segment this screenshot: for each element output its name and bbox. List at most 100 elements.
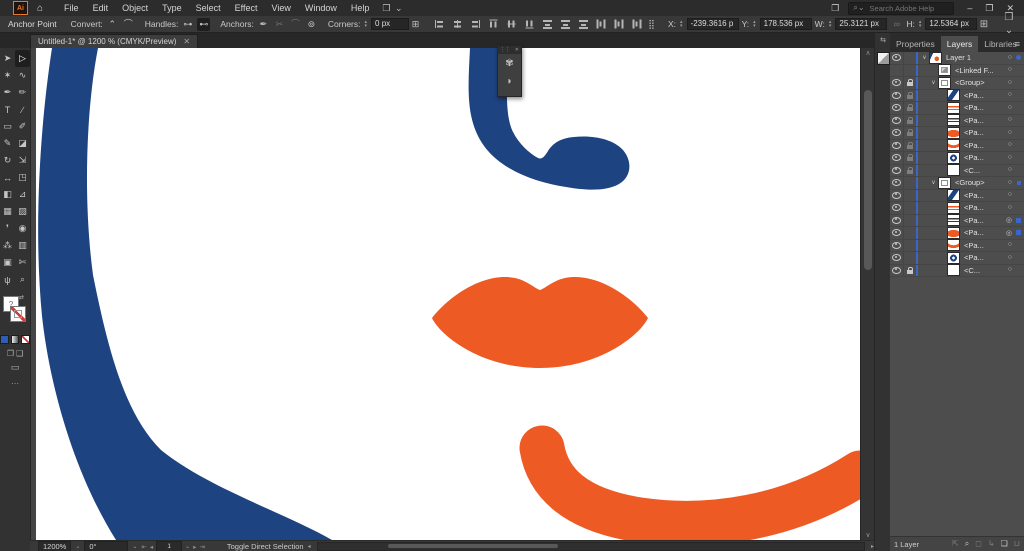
- new-layer-icon[interactable]: ❏: [1001, 539, 1008, 549]
- visibility-toggle[interactable]: [890, 152, 904, 164]
- none-button[interactable]: [21, 335, 31, 344]
- distribute-horizontal-center-icon[interactable]: [614, 18, 626, 31]
- swap-fill-stroke-icon[interactable]: ⇄: [19, 294, 24, 301]
- vertical-scrollbar[interactable]: ∧ ∨: [860, 48, 875, 540]
- lock-toggle[interactable]: [904, 102, 916, 114]
- distribute-vertical-center-icon[interactable]: [559, 18, 572, 30]
- edit-toolbar-icon[interactable]: ⋯: [0, 379, 30, 388]
- paintbrush-tool[interactable]: ✐: [15, 118, 30, 135]
- visibility-toggle[interactable]: [890, 189, 904, 201]
- layer-row[interactable]: ∨ <Pa... ○: [890, 251, 1024, 265]
- collapsed-panel-icon[interactable]: [876, 52, 890, 65]
- vertical-align-top-icon[interactable]: [488, 18, 500, 31]
- zoom-tool[interactable]: ⌕: [15, 271, 30, 288]
- slice-tool[interactable]: ✄: [15, 254, 30, 271]
- distribute-vertical-bottom-icon[interactable]: [577, 18, 590, 30]
- layer-thumbnail[interactable]: [947, 101, 960, 114]
- lasso-tool[interactable]: ∿: [15, 67, 30, 84]
- eyedropper-tool[interactable]: ❜: [0, 220, 15, 237]
- layer-row[interactable]: ∨ <Pa... ○: [890, 189, 1024, 202]
- layer-thumbnail[interactable]: [938, 76, 951, 89]
- vertical-scroll-thumb[interactable]: [864, 90, 872, 270]
- layer-label[interactable]: <Pa...: [964, 116, 1024, 125]
- layer-row[interactable]: ∨ <Group> ○: [890, 76, 1024, 90]
- close-tab-icon[interactable]: ✕: [183, 37, 190, 46]
- show-handles-icon[interactable]: ⊶: [181, 18, 194, 31]
- symbol-sprayer-tool[interactable]: ⁂: [0, 237, 15, 254]
- visibility-toggle[interactable]: [890, 164, 904, 176]
- distribute-horizontal-left-icon[interactable]: [596, 18, 608, 31]
- artboard-canvas[interactable]: [30, 48, 860, 540]
- layer-label[interactable]: <Pa...: [964, 103, 1024, 112]
- perspective-grid-tool[interactable]: ⊿: [15, 186, 30, 203]
- layer-thumbnail[interactable]: [938, 64, 951, 77]
- column-graph-tool[interactable]: ▥: [15, 237, 30, 254]
- screen-mode-icon[interactable]: ▭: [0, 362, 30, 373]
- first-artboard-icon[interactable]: ⇤: [141, 543, 146, 551]
- visibility-toggle[interactable]: [890, 239, 904, 251]
- app-logo-icon[interactable]: Ai: [13, 1, 28, 15]
- layer-label[interactable]: Layer 1: [946, 53, 1024, 62]
- layer-thumbnail[interactable]: [947, 114, 960, 127]
- layer-thumbnail[interactable]: [947, 226, 960, 239]
- layer-label[interactable]: <Pa...: [964, 228, 1024, 237]
- corners-field[interactable]: 0 px: [371, 18, 410, 30]
- target-circle-icon[interactable]: ○: [1008, 104, 1012, 111]
- horizontal-scrollbar[interactable]: [316, 542, 865, 551]
- layer-row[interactable]: ∨ <Pa... ○: [890, 139, 1024, 152]
- add-anchor-icon[interactable]: ✒: [257, 18, 270, 31]
- layer-thumbnail[interactable]: [947, 89, 960, 102]
- next-artboard-icon[interactable]: ▸: [193, 543, 196, 551]
- menu-item-object[interactable]: Object: [115, 0, 155, 16]
- expand-panels-icon[interactable]: ⇆: [875, 36, 891, 44]
- workspace-icon[interactable]: ❒ ⌄: [382, 3, 403, 14]
- last-artboard-icon[interactable]: ⇥: [199, 543, 204, 551]
- lock-toggle[interactable]: [904, 90, 916, 102]
- draw-behind-icon[interactable]: ❑: [16, 349, 23, 358]
- locate-object-icon[interactable]: ⌕: [965, 539, 969, 549]
- menu-item-window[interactable]: Window: [298, 0, 344, 16]
- hscroll-right-icon[interactable]: ▸: [871, 543, 874, 550]
- menu-item-type[interactable]: Type: [155, 0, 189, 16]
- target-circle-icon[interactable]: ○: [1008, 116, 1012, 123]
- layer-label[interactable]: <C...: [964, 266, 1024, 275]
- line-segment-tool[interactable]: ∕: [15, 101, 30, 118]
- menu-item-view[interactable]: View: [264, 0, 297, 16]
- target-circle-icon[interactable]: ○: [1008, 141, 1012, 148]
- horizontal-align-right-icon[interactable]: [469, 18, 482, 30]
- widget-close-icon[interactable]: ✕: [515, 47, 519, 53]
- arrange-documents-icon[interactable]: ⊞: [977, 18, 990, 31]
- layer-row[interactable]: ∨ <Pa... ◎: [890, 214, 1024, 227]
- target-circle-icon[interactable]: ◎: [1006, 229, 1012, 237]
- layer-label[interactable]: <Linked F...: [955, 66, 1024, 75]
- width-tool[interactable]: ↔: [0, 169, 15, 186]
- layer-row[interactable]: ∨ <C... ○: [890, 264, 1024, 277]
- layer-label[interactable]: <Pa...: [964, 241, 1024, 250]
- artboard-number-field[interactable]: 1: [156, 541, 183, 551]
- collect-for-export-icon[interactable]: ⇱: [952, 539, 959, 549]
- layer-row[interactable]: ∨ <Pa... ○: [890, 114, 1024, 127]
- layer-label[interactable]: <C...: [964, 166, 1024, 175]
- menu-item-edit[interactable]: Edit: [86, 0, 116, 16]
- visibility-toggle[interactable]: [890, 202, 904, 214]
- new-sublayer-icon[interactable]: ↳: [988, 539, 995, 549]
- scale-tool[interactable]: ⇲: [15, 152, 30, 169]
- expand-chevron-icon[interactable]: ∨: [920, 54, 929, 61]
- target-circle-icon[interactable]: ○: [1008, 91, 1012, 98]
- connect-anchors-icon[interactable]: ⌒: [289, 18, 302, 31]
- layer-label[interactable]: <Pa...: [964, 191, 1024, 200]
- y-stepper[interactable]: ▴ ▾: [753, 19, 756, 29]
- corners-stepper[interactable]: ▴ ▾: [365, 19, 368, 29]
- horizontal-align-left-icon[interactable]: [433, 18, 446, 30]
- vertical-align-center-icon[interactable]: [506, 18, 518, 31]
- layer-row[interactable]: ∨ <Group> ○: [890, 176, 1024, 190]
- visibility-toggle[interactable]: [890, 114, 904, 126]
- help-search[interactable]: ⌕⌄: [848, 1, 955, 15]
- menu-item-help[interactable]: Help: [344, 0, 377, 16]
- layer-row[interactable]: ∨ <Pa... ○: [890, 126, 1024, 140]
- tab-properties[interactable]: Properties: [890, 36, 941, 52]
- stroke-swatch[interactable]: [10, 306, 26, 322]
- nose-shape[interactable]: [468, 48, 630, 190]
- target-circle-icon[interactable]: ○: [1008, 166, 1012, 173]
- layer-label[interactable]: <Group>: [955, 178, 1024, 187]
